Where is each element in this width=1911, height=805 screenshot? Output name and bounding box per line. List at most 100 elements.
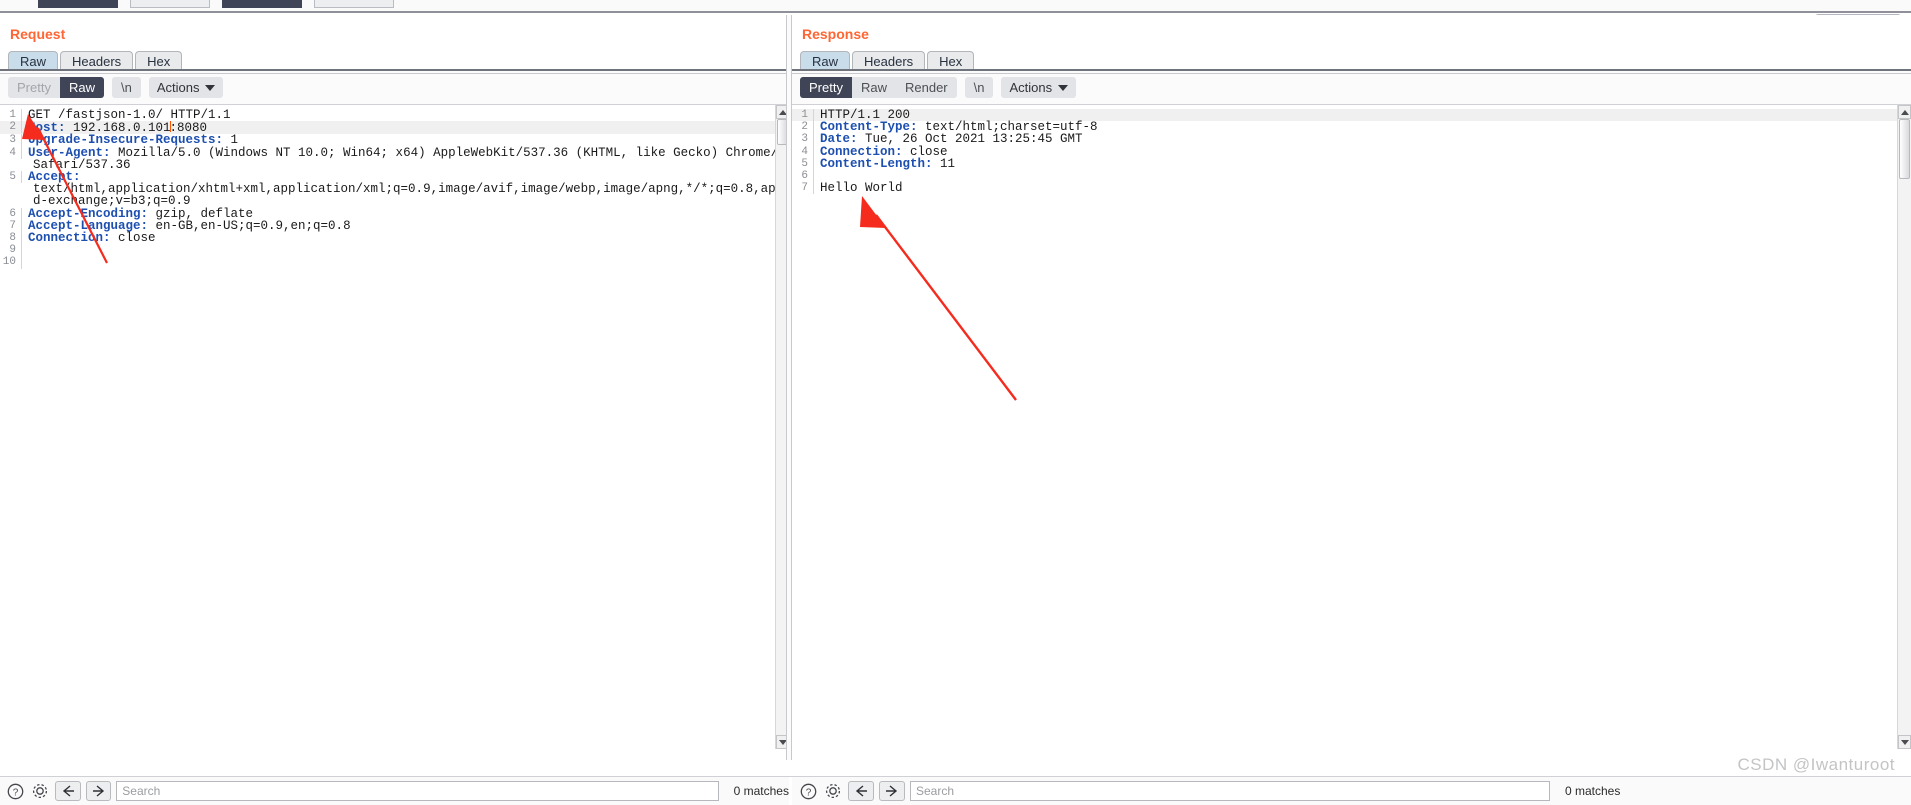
response-newline-button[interactable]: \n [964,77,994,98]
code-line: 3 Date: Tue, 26 Oct 2021 13:25:45 GMT [792,133,1897,146]
line-number: 7 [0,219,22,233]
response-actions-label: Actions [1009,80,1053,95]
line-number: 4 [792,145,814,158]
request-tab-hex[interactable]: Hex [135,51,183,71]
search-previous-button[interactable] [55,781,81,801]
code-line: 6 [792,170,1897,183]
code-line: 9 [0,244,775,257]
code-line: 1 GET /fastjson-1.0/ HTTP/1.1 [0,108,775,122]
response-scrollbar-thumb[interactable] [1899,119,1910,179]
response-title: Response [802,26,869,42]
text-caret [169,121,171,133]
response-match-count: 0 matches [1565,784,1621,798]
response-vertical-scrollbar[interactable] [1897,105,1911,749]
code-line-text: Content-Length: 11 [820,156,956,171]
search-previous-button[interactable] [848,781,874,801]
chevron-down-icon [1058,84,1069,91]
response-search-placeholder: Search [916,784,955,798]
line-number: 2 [0,121,22,134]
request-title: Request [10,26,66,42]
line-number: 4 [0,146,22,159]
response-tab-headers[interactable]: Headers [852,51,926,71]
response-view-mode-group: Pretty Raw Render [800,77,957,98]
code-line: 4 User-Agent: Mozilla/5.0 (Windows NT 10.… [0,145,775,160]
code-line-text: User-Agent: Mozilla/5.0 (Windows NT 10.0… [28,145,775,160]
request-editor[interactable]: 1 GET /fastjson-1.0/ HTTP/1.1 2 Host: 192.1… [0,104,789,749]
search-next-button[interactable] [879,781,905,801]
caret-down-icon [1900,739,1909,745]
line-number: 6 [0,207,22,220]
question-mark-icon[interactable]: ? [6,781,26,801]
response-search-input[interactable]: Search [910,781,1550,801]
header-name: Content-Length: [820,156,933,171]
line-number: 10 [0,256,22,269]
line-number: 5 [792,157,814,171]
ghost-tab-4[interactable] [314,0,394,8]
line-number: 3 [792,133,814,146]
request-search-input[interactable]: Search [116,781,719,801]
response-tab-hex[interactable]: Hex [927,51,975,71]
code-line: 4 Connection: close [792,145,1897,158]
caret-up-icon [1900,109,1909,115]
response-tab-bar: Raw Headers Hex [792,50,1911,74]
line-number: 9 [0,244,22,257]
code-line: 5 Content-Length: 11 [792,156,1897,171]
response-pretty-button[interactable]: Pretty [800,77,852,98]
request-newline-button[interactable]: \n [111,77,141,98]
response-view-toolbar: Pretty Raw Render \n Actions [792,71,1911,104]
request-tab-headers[interactable]: Headers [60,51,134,71]
code-line: 7 Hello World [792,181,1897,196]
response-editor[interactable]: 1 HTTP/1.1 200 2 Content-Type: text/html;ch… [792,104,1911,749]
request-view-toolbar: Pretty Raw \n Actions [0,71,789,104]
line-number: 6 [792,170,814,183]
line-number: 2 [792,121,814,134]
response-code-body[interactable]: 1 HTTP/1.1 200 2 Content-Type: text/html;ch… [792,105,1897,749]
request-match-count: 0 matches [733,784,789,798]
svg-text:?: ? [13,787,19,798]
ghost-tab-2[interactable] [130,0,210,8]
chevron-down-icon [205,84,216,91]
code-line: 3 Upgrade-Insecure-Requests: 1 [0,134,775,147]
ghost-tab-1[interactable] [38,0,118,8]
code-line-text: Connection: close [28,231,156,246]
code-wrapped-line: Safari/537.36 [0,158,775,171]
response-raw-button[interactable]: Raw [852,77,896,98]
code-line-text: GET /fastjson-1.0/ HTTP/1.1 [28,108,231,122]
request-actions-button[interactable]: Actions [148,77,224,98]
top-tab-strip [0,0,1911,13]
response-actions-button[interactable]: Actions [1001,77,1077,98]
request-footer-bar: ? Search 0 matches [0,777,789,805]
request-pretty-button[interactable]: Pretty [8,77,60,98]
request-view-mode-group: Pretty Raw [8,77,104,98]
code-line: 8 Connection: close [0,231,775,246]
request-raw-button[interactable]: Raw [59,77,104,98]
response-pane: Response Raw Headers Hex Pretty Raw Rend… [792,15,1911,760]
request-code-body[interactable]: 1 GET /fastjson-1.0/ HTTP/1.1 2 Host: 192.1… [0,105,775,749]
header-name: Connection: [28,231,111,246]
line-number: 7 [792,182,814,195]
burp-repeater-window: Request Raw Headers Hex Pretty Raw \n Ac… [0,0,1911,805]
line-number: 8 [0,232,22,245]
svg-text:?: ? [805,787,811,798]
question-mark-icon[interactable]: ? [798,781,818,801]
response-footer-bar: ? Search 0 matches [792,777,1911,805]
line-number: 3 [0,134,22,147]
response-render-button[interactable]: Render [896,77,957,98]
search-next-button[interactable] [85,781,112,801]
code-line: 10 [0,256,775,269]
line-number: 5 [0,171,22,184]
line-number: 1 [0,109,22,122]
request-tab-raw[interactable]: Raw [8,51,59,71]
response-scroll-down-button[interactable] [1898,735,1911,749]
response-scroll-up-button[interactable] [1898,105,1911,119]
response-tab-raw[interactable]: Raw [800,51,851,71]
request-pane: Request Raw Headers Hex Pretty Raw \n Ac… [0,15,1200,760]
watermark: CSDN @Iwanturoot [1737,755,1895,774]
gear-icon[interactable] [31,781,51,801]
request-actions-label: Actions [156,80,200,95]
line-number: 1 [792,109,814,122]
code-line-text: Hello World [820,181,903,196]
request-tab-bar: Raw Headers Hex [0,50,1200,74]
ghost-tab-3[interactable] [222,0,302,8]
gear-icon[interactable] [823,781,843,801]
